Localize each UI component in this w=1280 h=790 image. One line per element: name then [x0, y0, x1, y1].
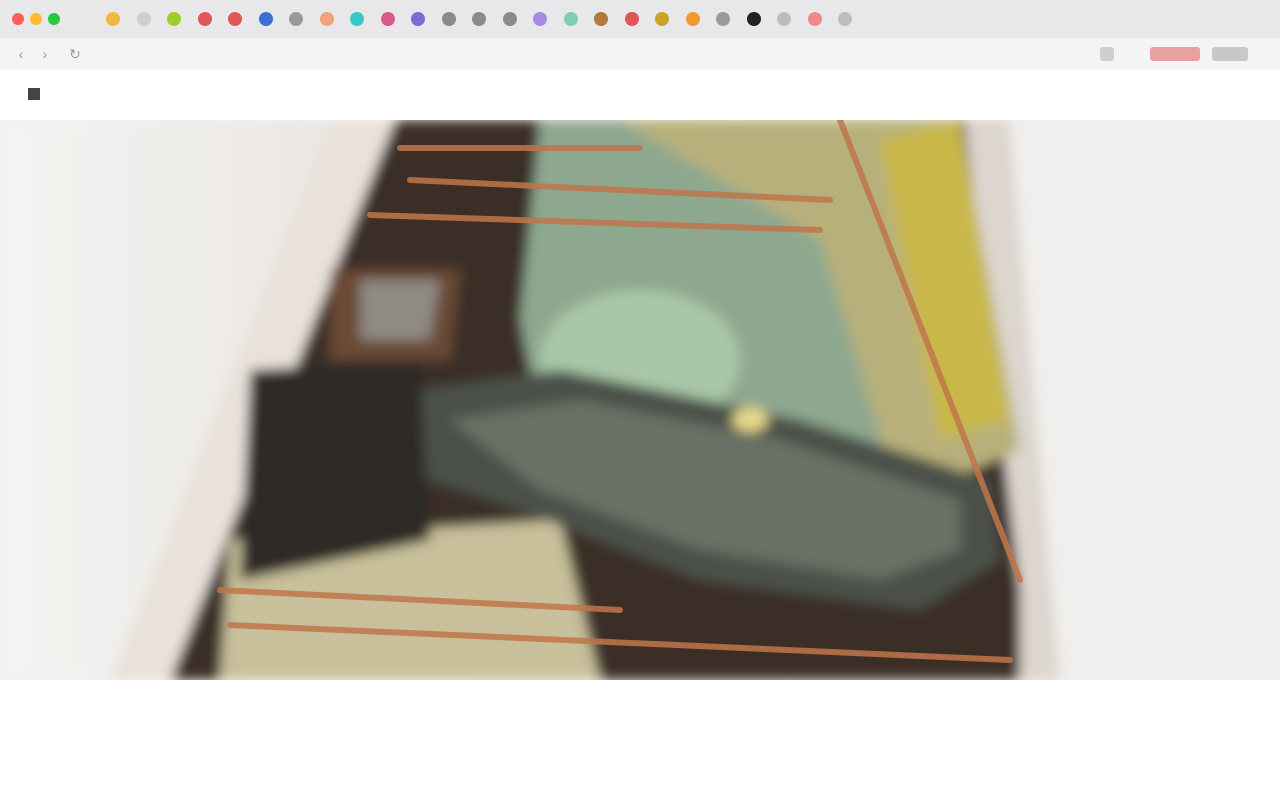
- maximize-window-button[interactable]: [48, 13, 60, 25]
- tab-favicon-icon: [807, 12, 822, 26]
- browser-tab[interactable]: [436, 9, 464, 29]
- logo-icon: [28, 88, 40, 100]
- browser-tab[interactable]: [558, 9, 586, 29]
- back-icon[interactable]: ‹: [12, 45, 30, 63]
- site-header: [0, 70, 1280, 120]
- tab-favicon-icon: [655, 12, 669, 26]
- browser-tab[interactable]: [802, 9, 830, 29]
- tab-favicon-icon: [838, 12, 852, 26]
- tab-favicon-icon: [136, 12, 151, 26]
- browser-tab[interactable]: [588, 9, 616, 29]
- tab-favicon-icon: [197, 12, 212, 26]
- tab-favicon-icon: [685, 12, 700, 26]
- tab-favicon-icon: [106, 12, 120, 26]
- browser-tab[interactable]: [649, 9, 677, 29]
- bookmark-icon[interactable]: [1100, 47, 1114, 61]
- tab-favicon-icon: [533, 12, 547, 26]
- artwork-photo: [0, 120, 1280, 680]
- tab-favicon-icon: [563, 12, 578, 26]
- browser-tab[interactable]: [832, 9, 860, 29]
- browser-tab[interactable]: [192, 9, 220, 29]
- address-bar: ‹ › ↻: [0, 38, 1280, 71]
- browser-tab[interactable]: [283, 9, 311, 29]
- tab-favicon-icon: [228, 12, 242, 26]
- browser-tab[interactable]: [741, 9, 769, 29]
- tab-favicon-icon: [350, 12, 364, 26]
- browser-tab[interactable]: [680, 9, 708, 29]
- browser-tab[interactable]: [497, 9, 525, 29]
- tab-favicon-icon: [746, 12, 761, 26]
- profile-button[interactable]: [1212, 47, 1248, 61]
- image-caption: [0, 726, 1280, 730]
- browser-tab[interactable]: [771, 9, 799, 29]
- extension-badge[interactable]: [1150, 47, 1200, 61]
- browser-tab-bar: [0, 0, 1280, 39]
- browser-tab[interactable]: [527, 9, 555, 29]
- reload-icon[interactable]: ↻: [66, 45, 84, 63]
- minimize-window-button[interactable]: [30, 13, 42, 25]
- site-logo[interactable]: [28, 88, 46, 100]
- browser-tab[interactable]: [253, 9, 281, 29]
- browser-tab[interactable]: [710, 9, 738, 29]
- tab-favicon-icon: [380, 12, 395, 26]
- browser-tab[interactable]: [375, 9, 403, 29]
- tab-favicon-icon: [502, 12, 517, 26]
- browser-tab[interactable]: [131, 9, 159, 29]
- tab-favicon-icon: [716, 12, 730, 26]
- browser-tab[interactable]: [161, 9, 189, 29]
- tab-favicon-icon: [258, 12, 273, 26]
- browser-tab[interactable]: [619, 9, 647, 29]
- tab-favicon-icon: [472, 12, 486, 26]
- tab-favicon-icon: [594, 12, 608, 26]
- browser-tab[interactable]: [405, 9, 433, 29]
- browser-tab[interactable]: [344, 9, 372, 29]
- forward-icon[interactable]: ›: [36, 45, 54, 63]
- tab-favicon-icon: [167, 12, 181, 26]
- close-window-button[interactable]: [12, 13, 24, 25]
- browser-tab[interactable]: [466, 9, 494, 29]
- hero-image: [0, 120, 1280, 680]
- tab-favicon-icon: [441, 12, 456, 26]
- browser-tab[interactable]: [222, 9, 250, 29]
- tab-favicon-icon: [319, 12, 334, 26]
- browser-tab[interactable]: [100, 9, 128, 29]
- tab-favicon-icon: [624, 12, 639, 26]
- tab-favicon-icon: [289, 12, 303, 26]
- tab-favicon-icon: [777, 12, 791, 26]
- browser-tab[interactable]: [314, 9, 342, 29]
- tab-favicon-icon: [411, 12, 425, 26]
